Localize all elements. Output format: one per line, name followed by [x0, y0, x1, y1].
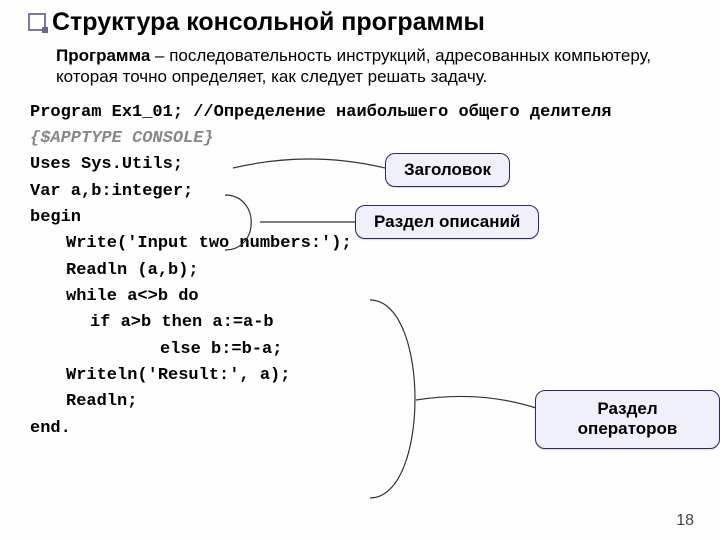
- bullet-icon: [28, 13, 46, 31]
- slide-description: Программа – последовательность инструкци…: [56, 45, 692, 88]
- code-line-7: Readln (a,b);: [30, 258, 692, 284]
- callout-declarations: Раздел описаний: [355, 205, 539, 239]
- code-line-9: if a>b then a:=a-b: [30, 310, 692, 336]
- code-line-8: while a<>b do: [30, 284, 692, 310]
- slide-title: Структура консольной программы: [28, 8, 692, 37]
- code-line-4: Var a,b:integer;: [30, 179, 692, 205]
- page-number: 18: [676, 512, 694, 530]
- code-line-3: Uses Sys.Utils;: [30, 152, 692, 178]
- callout-header: Заголовок: [385, 153, 510, 187]
- code-line-2: {$APPTYPE CONSOLE}: [30, 126, 692, 152]
- callout-operators: Раздел операторов: [535, 390, 720, 449]
- code-line-10: else b:=b-a;: [30, 337, 692, 363]
- code-line-1: Program Ex1_01; //Определение наибольшег…: [30, 100, 692, 126]
- code-line-11: Writeln('Result:', a);: [30, 363, 692, 389]
